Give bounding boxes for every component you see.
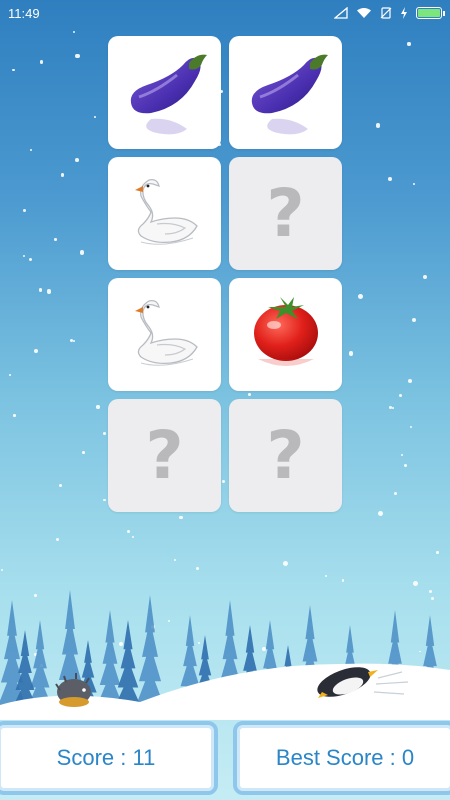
swan-icon — [123, 172, 207, 256]
eggplant-icon — [238, 45, 334, 141]
status-icons — [334, 7, 445, 19]
pine-tree — [96, 610, 124, 710]
memory-card-grid: ? ?? — [108, 36, 342, 512]
tomato-icon — [244, 293, 328, 377]
battery-icon — [416, 7, 445, 19]
eggplant-icon — [117, 45, 213, 141]
best-score-panel: Best Score : 0 — [233, 721, 450, 795]
no-sim-icon — [380, 7, 392, 19]
battery-level — [418, 9, 440, 17]
memory-card-tomato[interactable] — [229, 278, 342, 391]
wifi-icon — [357, 8, 371, 18]
memory-card-swan[interactable] — [108, 157, 221, 270]
status-time: 11:49 — [8, 5, 40, 21]
question-mark-icon: ? — [266, 174, 305, 252]
memory-card-eggplant[interactable] — [108, 36, 221, 149]
memory-card-hidden[interactable]: ? — [229, 157, 342, 270]
score-panel: Score : 11 — [0, 721, 218, 795]
signal-icon — [334, 7, 348, 19]
question-mark-icon: ? — [266, 416, 305, 494]
question-mark-icon: ? — [145, 416, 184, 494]
status-bar: 11:49 — [0, 0, 450, 26]
pine-tree — [135, 595, 165, 710]
charging-icon — [401, 7, 407, 19]
score-label: Score : 11 — [56, 745, 156, 770]
swan-icon — [123, 293, 207, 377]
winter-scenery — [0, 590, 450, 720]
memory-card-eggplant[interactable] — [229, 36, 342, 149]
memory-card-swan[interactable] — [108, 278, 221, 391]
best-score-label: Best Score : 0 — [275, 745, 415, 770]
memory-card-hidden[interactable]: ? — [108, 399, 221, 512]
memory-card-hidden[interactable]: ? — [229, 399, 342, 512]
